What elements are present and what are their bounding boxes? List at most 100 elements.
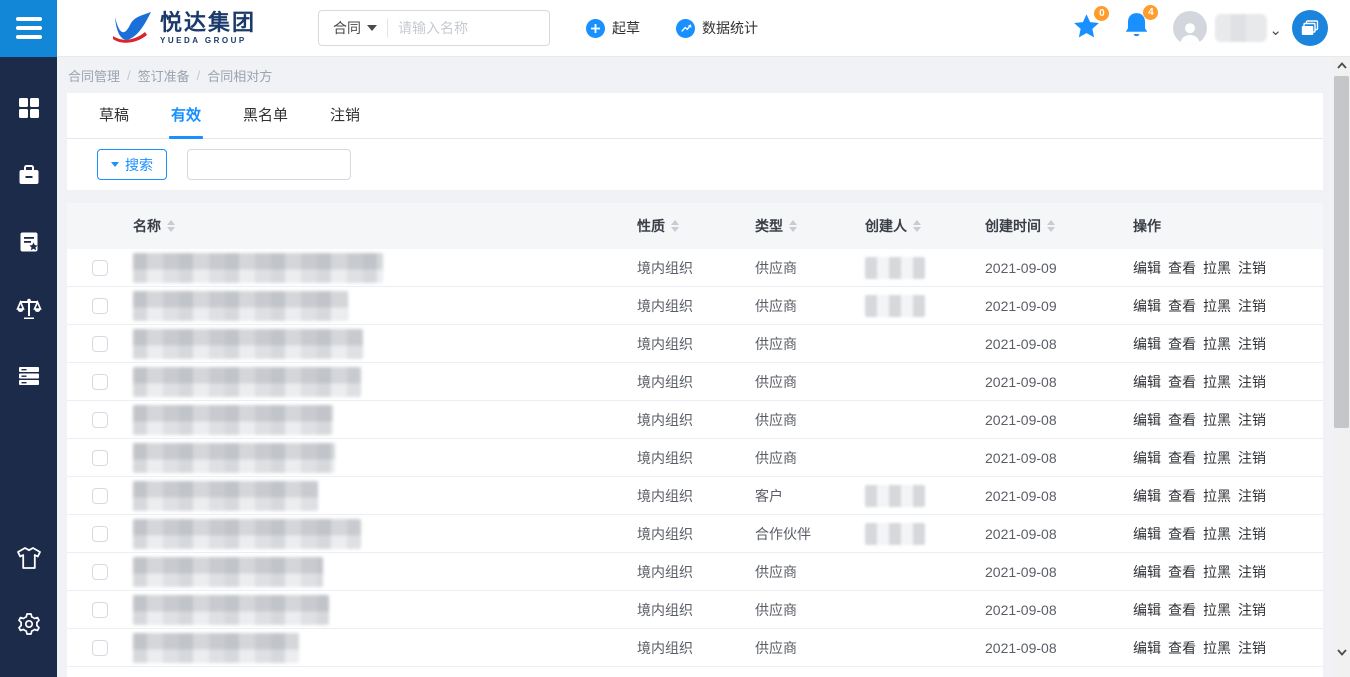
- sidebar-item-settings[interactable]: [0, 602, 57, 648]
- action-注销[interactable]: 注销: [1238, 334, 1266, 354]
- tab-有效[interactable]: 有效: [169, 92, 203, 138]
- action-拉黑[interactable]: 拉黑: [1203, 410, 1231, 430]
- action-查看[interactable]: 查看: [1168, 296, 1196, 316]
- column-header-性质[interactable]: 性质: [637, 216, 755, 236]
- sort-icon[interactable]: [671, 220, 679, 232]
- breadcrumb-item[interactable]: 合同相对方: [207, 66, 272, 85]
- action-编辑[interactable]: 编辑: [1133, 600, 1161, 620]
- row-checkbox[interactable]: [92, 640, 108, 656]
- sidebar-item-legal[interactable]: [0, 286, 57, 332]
- action-拉黑[interactable]: 拉黑: [1203, 334, 1231, 354]
- created-cell: 2021-09-08: [985, 336, 1133, 352]
- action-拉黑[interactable]: 拉黑: [1203, 448, 1231, 468]
- action-查看[interactable]: 查看: [1168, 372, 1196, 392]
- nature-cell: 境内组织: [637, 296, 755, 316]
- action-编辑[interactable]: 编辑: [1133, 372, 1161, 392]
- sidebar-item-archives[interactable]: [0, 353, 57, 399]
- action-查看[interactable]: 查看: [1168, 410, 1196, 430]
- action-查看[interactable]: 查看: [1168, 448, 1196, 468]
- action-查看[interactable]: 查看: [1168, 600, 1196, 620]
- action-注销[interactable]: 注销: [1238, 448, 1266, 468]
- row-checkbox[interactable]: [92, 260, 108, 276]
- row-checkbox[interactable]: [92, 450, 108, 466]
- favorites-button[interactable]: 0: [1073, 13, 1100, 44]
- column-header-类型[interactable]: 类型: [755, 216, 865, 236]
- column-header-创建时间[interactable]: 创建时间: [985, 216, 1133, 236]
- action-编辑[interactable]: 编辑: [1133, 296, 1161, 316]
- action-查看[interactable]: 查看: [1168, 562, 1196, 582]
- user-avatar[interactable]: [1173, 11, 1207, 45]
- row-checkbox[interactable]: [92, 336, 108, 352]
- sort-icon[interactable]: [1047, 220, 1055, 232]
- action-注销[interactable]: 注销: [1238, 562, 1266, 582]
- chevron-down-icon[interactable]: ⌄: [1269, 21, 1282, 39]
- vertical-scrollbar[interactable]: [1333, 57, 1350, 677]
- action-注销[interactable]: 注销: [1238, 372, 1266, 392]
- action-拉黑[interactable]: 拉黑: [1203, 638, 1231, 658]
- sort-icon[interactable]: [913, 220, 921, 232]
- action-拉黑[interactable]: 拉黑: [1203, 562, 1231, 582]
- name-redacted: [133, 329, 363, 359]
- row-checkbox[interactable]: [92, 526, 108, 542]
- sidebar-item-theme[interactable]: [0, 535, 57, 581]
- actions-cell: 编辑查看拉黑注销: [1133, 600, 1323, 620]
- action-编辑[interactable]: 编辑: [1133, 486, 1161, 506]
- tab-注销[interactable]: 注销: [328, 92, 362, 138]
- breadcrumb-item[interactable]: 签订准备: [138, 66, 190, 85]
- scroll-up-arrow[interactable]: [1333, 57, 1350, 74]
- hamburger-menu-button[interactable]: [0, 0, 57, 57]
- apps-button[interactable]: [1292, 10, 1328, 46]
- column-header-创建人[interactable]: 创建人: [865, 216, 985, 236]
- breadcrumb-item[interactable]: 合同管理: [68, 66, 120, 85]
- table-row: 境内组织供应商2021-09-08编辑查看拉黑注销: [67, 363, 1323, 401]
- search-button[interactable]: 搜索: [97, 149, 167, 180]
- row-checkbox[interactable]: [92, 412, 108, 428]
- sidebar-item-business[interactable]: [0, 152, 57, 198]
- action-注销[interactable]: 注销: [1238, 638, 1266, 658]
- sort-icon[interactable]: [789, 220, 797, 232]
- action-注销[interactable]: 注销: [1238, 258, 1266, 278]
- action-查看[interactable]: 查看: [1168, 334, 1196, 354]
- sidebar-item-contracts[interactable]: [0, 219, 57, 265]
- filter-input[interactable]: [187, 149, 351, 180]
- scroll-down-arrow[interactable]: [1333, 644, 1350, 661]
- action-编辑[interactable]: 编辑: [1133, 448, 1161, 468]
- action-拉黑[interactable]: 拉黑: [1203, 296, 1231, 316]
- action-注销[interactable]: 注销: [1238, 524, 1266, 544]
- global-search-input[interactable]: [388, 20, 549, 36]
- action-查看[interactable]: 查看: [1168, 524, 1196, 544]
- statistics-button[interactable]: 数据统计: [676, 18, 758, 38]
- action-拉黑[interactable]: 拉黑: [1203, 524, 1231, 544]
- column-header-名称[interactable]: 名称: [133, 216, 637, 236]
- tab-草稿[interactable]: 草稿: [97, 92, 131, 138]
- action-查看[interactable]: 查看: [1168, 258, 1196, 278]
- action-拉黑[interactable]: 拉黑: [1203, 372, 1231, 392]
- row-checkbox[interactable]: [92, 298, 108, 314]
- action-注销[interactable]: 注销: [1238, 410, 1266, 430]
- action-拉黑[interactable]: 拉黑: [1203, 258, 1231, 278]
- scrollbar-thumb[interactable]: [1334, 76, 1349, 428]
- action-拉黑[interactable]: 拉黑: [1203, 486, 1231, 506]
- search-category-dropdown[interactable]: 合同: [319, 18, 387, 38]
- action-编辑[interactable]: 编辑: [1133, 410, 1161, 430]
- draft-button[interactable]: 起草: [586, 18, 640, 38]
- action-编辑[interactable]: 编辑: [1133, 638, 1161, 658]
- row-checkbox[interactable]: [92, 488, 108, 504]
- action-编辑[interactable]: 编辑: [1133, 562, 1161, 582]
- row-checkbox[interactable]: [92, 602, 108, 618]
- row-checkbox[interactable]: [92, 374, 108, 390]
- notifications-button[interactable]: 4: [1124, 12, 1149, 44]
- action-查看[interactable]: 查看: [1168, 486, 1196, 506]
- action-编辑[interactable]: 编辑: [1133, 258, 1161, 278]
- action-编辑[interactable]: 编辑: [1133, 524, 1161, 544]
- action-注销[interactable]: 注销: [1238, 296, 1266, 316]
- sort-icon[interactable]: [167, 220, 175, 232]
- action-编辑[interactable]: 编辑: [1133, 334, 1161, 354]
- row-checkbox[interactable]: [92, 564, 108, 580]
- action-拉黑[interactable]: 拉黑: [1203, 600, 1231, 620]
- sidebar-item-dashboard[interactable]: [0, 85, 57, 131]
- action-查看[interactable]: 查看: [1168, 638, 1196, 658]
- tab-黑名单[interactable]: 黑名单: [241, 92, 290, 138]
- action-注销[interactable]: 注销: [1238, 486, 1266, 506]
- action-注销[interactable]: 注销: [1238, 600, 1266, 620]
